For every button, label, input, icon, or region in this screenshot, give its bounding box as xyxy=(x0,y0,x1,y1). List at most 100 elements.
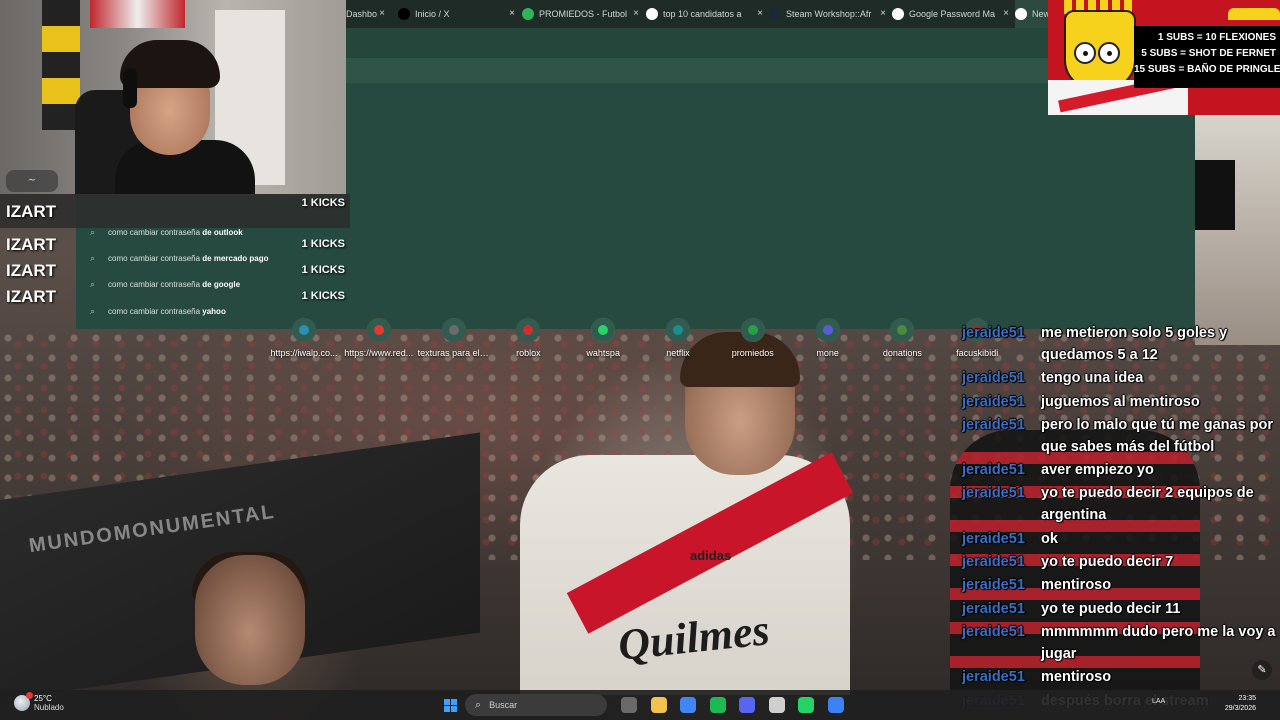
chat-text: juguemos al mentiroso xyxy=(1041,393,1200,410)
chat-message: jeraide51 mmmmmm dudo pero me la voy a ju… xyxy=(962,621,1280,665)
shortcut-favicon-icon xyxy=(740,318,765,342)
steam-icon xyxy=(769,8,781,20)
shortcut-favicon-icon xyxy=(666,318,690,342)
chat-message: jeraide51 yo te puedo decir 11 xyxy=(962,598,1280,620)
kicks-entry: IZART 1 KICKS xyxy=(0,257,350,283)
shortcut-tile[interactable]: mone xyxy=(790,318,866,358)
wallpaper-player-topright xyxy=(1195,115,1280,345)
chat-username: jeraide51 xyxy=(962,577,1025,594)
kicks-entry: IZART 1 KICKS xyxy=(0,231,350,257)
chat-username: jeraide51 xyxy=(962,325,1025,341)
webcam-banner xyxy=(90,0,185,28)
shortcut-label: wahtspa xyxy=(586,348,620,358)
search-placeholder: Buscar xyxy=(489,700,518,710)
chat-message: jeraide51 mentiroso xyxy=(962,666,1280,688)
file-explorer-icon[interactable] xyxy=(650,697,667,713)
chat-username: jeraide51 xyxy=(962,530,1025,547)
shortcut-label: https://www.red... xyxy=(344,348,414,358)
subs-goals-panel: 1 SUBS = 10 FLEXIONES 5 SUBS = SHOT DE F… xyxy=(1048,0,1280,115)
close-tab-icon[interactable]: × xyxy=(754,8,766,19)
subs-goal: 1 SUBS = 10 FLEXIONES xyxy=(1157,32,1276,43)
signature-logo: ~ xyxy=(6,170,58,192)
browser-tab[interactable]: New xyxy=(1015,0,1048,28)
shortcut-label: promiedos xyxy=(731,348,774,358)
browser-tab[interactable]: Inicio / X × xyxy=(398,0,518,28)
chat-text: yo te puedo decir 2 equipos de argentina xyxy=(1041,485,1254,524)
taskbar: 25°C Nublado ⌕ Buscar LAA 23:35 29/3/202… xyxy=(0,690,1280,720)
shortcut-favicon-icon xyxy=(441,318,466,342)
chat-username: jeraide51 xyxy=(962,554,1025,571)
chat-text: mmmmmm dudo pero me la voy a jugar xyxy=(1041,623,1276,662)
weather-temp: 25°C xyxy=(34,694,52,703)
chat-message: jeraide51 pero lo malo que tú me ganas po… xyxy=(962,414,1280,458)
app-icon[interactable] xyxy=(768,697,785,713)
shortcut-tile[interactable]: https://www.red... xyxy=(341,318,417,358)
weather-desc: Nublado xyxy=(34,703,64,712)
chat-message: jeraide51 ok xyxy=(962,528,1280,550)
headset-icon xyxy=(123,68,137,108)
task-view-icon[interactable] xyxy=(621,697,637,713)
clock[interactable]: 23:35 29/3/2026 xyxy=(1210,694,1256,714)
chat-message: jeraide51 mentiroso xyxy=(962,574,1280,596)
google-icon xyxy=(646,8,658,20)
weather-widget[interactable]: 25°C Nublado xyxy=(14,692,64,712)
webcam-overlay: ~ xyxy=(0,0,346,194)
close-tab-icon[interactable]: × xyxy=(630,8,642,19)
browser-tab-bar: Dashbo × Inicio / X × PROMIEDOS - Futbol × top… xyxy=(346,0,1048,28)
shortcut-tile[interactable]: netflix xyxy=(640,318,716,358)
kicks-user: IZART xyxy=(6,261,57,280)
bart-head-icon xyxy=(1064,10,1136,90)
chat-text: mentiroso xyxy=(1041,669,1112,686)
browser-tab-label: Google Password Ma xyxy=(909,9,996,19)
close-tab-icon[interactable]: × xyxy=(1000,8,1012,19)
close-tab-icon[interactable]: × xyxy=(877,8,889,19)
shortcut-tile[interactable]: promiedos xyxy=(715,318,791,358)
chat-username: jeraide51 xyxy=(962,393,1025,410)
subs-goal: 15 SUBS = BAÑO DE PRINGLES xyxy=(1134,64,1280,75)
chrome-icon[interactable] xyxy=(680,697,696,713)
cloud-icon xyxy=(14,692,33,711)
shortcut-tile[interactable]: texturas para el ... xyxy=(416,318,492,358)
shortcut-tile[interactable]: https://iwalp.co... xyxy=(266,318,342,358)
taskbar-search[interactable]: ⌕ Buscar xyxy=(465,694,607,716)
shortcut-label: mone xyxy=(816,348,839,358)
browser-tab-label: PROMIEDOS - Futbol xyxy=(539,9,628,19)
shortcut-tile[interactable]: roblox xyxy=(490,318,566,358)
browser-tab-label: Steam Workshop::Afr xyxy=(786,9,872,19)
windows-start-icon[interactable] xyxy=(442,697,458,713)
kicks-user: IZART xyxy=(6,287,57,306)
chat-message: jeraide51 juguemos al mentiroso xyxy=(962,391,1280,413)
whatsapp-icon[interactable] xyxy=(798,697,814,713)
language-indicator[interactable]: LAA xyxy=(1152,698,1165,705)
shortcut-favicon-icon xyxy=(890,318,915,342)
close-tab-icon[interactable]: × xyxy=(376,8,388,19)
spotify-icon[interactable] xyxy=(709,697,726,713)
browser-tab[interactable]: top 10 candidatos a × xyxy=(646,0,766,28)
discord-icon[interactable] xyxy=(739,697,755,713)
kicks-user: IZART xyxy=(6,235,57,254)
browser-tab[interactable]: Steam Workshop::Afr × xyxy=(769,0,889,28)
shortcut-tile[interactable]: donations xyxy=(864,318,940,358)
chat-text: yo te puedo decir 11 xyxy=(1041,600,1181,617)
kicks-count: 1 KICKS xyxy=(301,197,345,209)
chat-username: jeraide51 xyxy=(962,669,1025,686)
close-tab-icon[interactable]: × xyxy=(506,8,518,19)
edit-pencil-icon[interactable]: ✎ xyxy=(1252,660,1272,680)
shortcut-label: texturas para el ... xyxy=(417,348,490,358)
shortcut-tile[interactable]: wahtspa xyxy=(565,318,641,358)
app2-icon[interactable] xyxy=(827,697,844,713)
chat-text: ok xyxy=(1041,530,1058,547)
chat-text: tengo una idea xyxy=(1041,370,1144,387)
shortcut-favicon-icon xyxy=(366,318,391,342)
browser-tab-label: Dashbo xyxy=(346,9,378,19)
shortcut-label: donations xyxy=(882,348,922,358)
kicks-entry: IZART 1 KICKS xyxy=(0,194,350,228)
search-icon: ⌕ xyxy=(475,698,482,711)
chat-message: jeraide51 yo te puedo decir 7 xyxy=(962,551,1280,573)
browser-tab[interactable]: Dashbo × xyxy=(346,0,388,28)
browser-tab[interactable]: Google Password Ma × xyxy=(892,0,1012,28)
kicks-count: 1 KICKS xyxy=(301,264,345,276)
browser-tab[interactable]: PROMIEDOS - Futbol × xyxy=(522,0,642,28)
chat-username: jeraide51 xyxy=(962,370,1025,387)
chat-username: jeraide51 xyxy=(962,416,1025,433)
